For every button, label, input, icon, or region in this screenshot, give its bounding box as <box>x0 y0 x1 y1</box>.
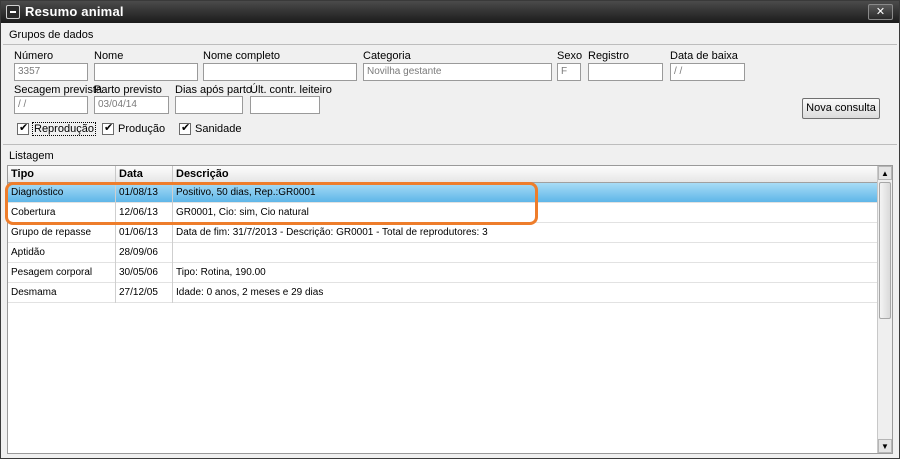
title-bar: Resumo animal ✕ <box>1 1 899 23</box>
ult-contr-label: Últ. contr. leiteiro <box>250 84 332 96</box>
table-row[interactable]: Grupo de repasse 01/06/13 Data de fim: 3… <box>8 223 878 243</box>
cell-data: 12/06/13 <box>116 203 173 223</box>
registro-field[interactable] <box>588 63 663 81</box>
listagem-grid[interactable]: Tipo Data Descrição Diagnóstico 01/08/13… <box>7 165 893 454</box>
nova-consulta-button[interactable]: Nova consulta <box>802 98 880 119</box>
sanidade-label: Sanidade <box>195 122 242 135</box>
column-header-descricao[interactable]: Descrição <box>173 166 878 183</box>
column-header-data[interactable]: Data <box>116 166 173 183</box>
cell-tipo: Aptidão <box>8 243 116 263</box>
divider <box>3 144 897 145</box>
column-header-tipo[interactable]: Tipo <box>8 166 116 183</box>
groups-label: Grupos de dados <box>9 29 94 41</box>
vertical-scrollbar[interactable]: ▲ ▼ <box>877 166 892 453</box>
cell-descricao: Tipo: Rotina, 190.00 <box>176 267 266 278</box>
ult-contr-field[interactable] <box>250 96 320 114</box>
cell-data: 27/12/05 <box>116 283 173 303</box>
cell-data: 28/09/06 <box>116 243 173 263</box>
categoria-field[interactable]: Novilha gestante <box>363 63 552 81</box>
registro-label: Registro <box>588 50 629 62</box>
close-button[interactable]: ✕ <box>868 4 893 20</box>
numero-label: Número <box>14 50 54 62</box>
table-row[interactable]: Diagnóstico 01/08/13 Positivo, 50 dias, … <box>8 183 878 203</box>
cell-tipo: Pesagem corporal <box>8 263 116 283</box>
check-icon <box>17 121 29 135</box>
window-menu-icon[interactable] <box>6 5 20 19</box>
window-title: Resumo animal <box>25 4 124 19</box>
cell-data: 01/08/13 <box>116 183 173 203</box>
table-row[interactable]: Pesagem corporal 30/05/06 Tipo: Rotina, … <box>8 263 878 283</box>
producao-label: Produção <box>118 122 166 135</box>
divider <box>3 44 897 45</box>
cell-descricao: GR0001, Cio: sim, Cio natural <box>176 207 309 218</box>
data-baixa-field[interactable]: / / <box>670 63 745 81</box>
grid-body: Diagnóstico 01/08/13 Positivo, 50 dias, … <box>8 183 878 453</box>
dias-apos-parto-field[interactable] <box>175 96 243 114</box>
cell-tipo: Diagnóstico <box>8 183 116 203</box>
sexo-label: Sexo <box>557 50 583 62</box>
check-icon <box>102 121 114 135</box>
scroll-thumb[interactable] <box>879 182 891 319</box>
sanidade-checkbox[interactable]: Sanidade <box>179 121 242 136</box>
cell-tipo: Grupo de repasse <box>8 223 116 243</box>
nome-label: Nome <box>94 50 124 62</box>
table-row[interactable]: Cobertura 12/06/13 GR0001, Cio: sim, Cio… <box>8 203 878 223</box>
reproducao-label: Reprodução <box>32 121 96 136</box>
nome-completo-label: Nome completo <box>203 50 281 62</box>
categoria-label: Categoria <box>363 50 411 62</box>
check-icon <box>179 121 191 135</box>
reproducao-checkbox[interactable]: Reprodução <box>17 121 96 136</box>
sexo-field[interactable]: F <box>557 63 581 81</box>
cell-data: 30/05/06 <box>116 263 173 283</box>
listagem-label: Listagem <box>9 150 54 162</box>
parto-label: Parto previsto <box>94 84 162 96</box>
cell-data: 01/06/13 <box>116 223 173 243</box>
cell-tipo: Cobertura <box>8 203 116 223</box>
numero-field[interactable]: 3357 <box>14 63 88 81</box>
resumo-animal-window: Resumo animal ✕ Grupos de dados Número 3… <box>0 0 900 459</box>
scroll-up-icon[interactable]: ▲ <box>878 166 892 180</box>
cell-descricao <box>173 243 878 263</box>
secagem-label: Secagem prevista <box>14 84 103 96</box>
dias-apos-parto-label: Dias após parto <box>175 84 253 96</box>
nome-completo-field[interactable] <box>203 63 357 81</box>
cell-tipo: Desmama <box>8 283 116 303</box>
table-row[interactable]: Desmama 27/12/05 Idade: 0 anos, 2 meses … <box>8 283 878 303</box>
nome-field[interactable] <box>94 63 198 81</box>
producao-checkbox[interactable]: Produção <box>102 121 165 136</box>
grid-header: Tipo Data Descrição <box>8 166 878 183</box>
parto-field[interactable]: 03/04/14 <box>94 96 169 114</box>
cell-descricao: Idade: 0 anos, 2 meses e 29 dias <box>176 287 324 298</box>
cell-descricao: Data de fim: 31/7/2013 - Descrição: GR00… <box>176 227 488 238</box>
scroll-down-icon[interactable]: ▼ <box>878 439 892 453</box>
table-row[interactable]: Aptidão 28/09/06 <box>8 243 878 263</box>
secagem-field[interactable]: / / <box>14 96 88 114</box>
data-baixa-label: Data de baixa <box>670 50 738 62</box>
cell-descricao: Positivo, 50 dias, Rep.:GR0001 <box>176 187 316 198</box>
